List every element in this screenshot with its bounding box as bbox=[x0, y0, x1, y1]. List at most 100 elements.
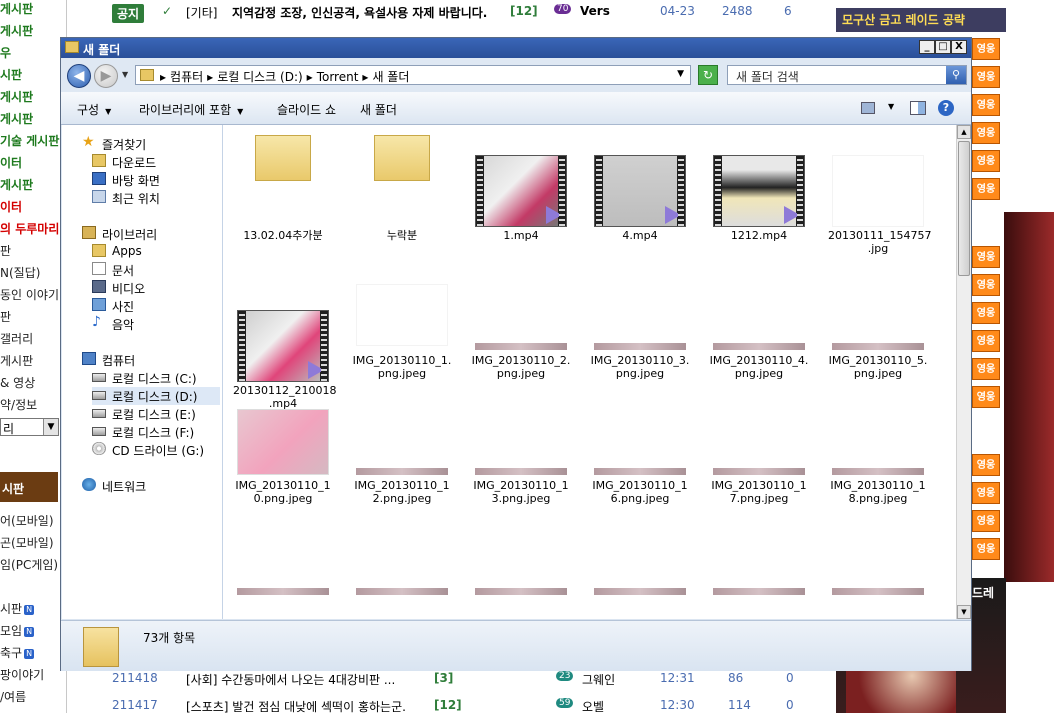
hero-button[interactable]: 영웅 bbox=[972, 274, 1000, 296]
nav-computer[interactable]: 컴퓨터 bbox=[82, 351, 220, 369]
hero-button[interactable]: 영웅 bbox=[972, 246, 1000, 268]
maximize-button[interactable]: □ bbox=[935, 40, 951, 54]
left-menu-item[interactable]: 판 bbox=[0, 308, 11, 325]
command-1[interactable]: 구성 ▼ bbox=[77, 101, 111, 118]
hero-button[interactable]: 영웅 bbox=[972, 150, 1000, 172]
hero-button[interactable]: 영웅 bbox=[972, 66, 1000, 88]
change-view-button[interactable] bbox=[861, 102, 875, 114]
scroll-up-icon[interactable]: ▲ bbox=[957, 125, 971, 139]
command-4[interactable]: 새 폴더 bbox=[360, 101, 397, 118]
chevron-down-icon[interactable]: ▼ bbox=[43, 419, 58, 435]
breadcrumb-item[interactable]: Torrent bbox=[317, 70, 359, 84]
left-menu-item[interactable]: 동인 이야기 bbox=[0, 286, 59, 303]
left-menu-item[interactable]: 모임 N bbox=[0, 622, 35, 639]
minimize-button[interactable]: _ bbox=[919, 40, 935, 54]
nav-library-item[interactable]: 문서 bbox=[92, 261, 220, 279]
vertical-scrollbar[interactable]: ▲ ▼ bbox=[956, 125, 971, 619]
left-menu-item[interactable]: 시판 bbox=[0, 66, 22, 83]
left-menu-item[interactable]: & 영상 bbox=[0, 374, 35, 391]
hero-button[interactable]: 영웅 bbox=[972, 454, 1000, 476]
right-banner[interactable]: 모구산 금고 레이드 공략 bbox=[836, 8, 1006, 32]
hero-button[interactable]: 영웅 bbox=[972, 538, 1000, 560]
left-menu-item[interactable]: 판 bbox=[0, 242, 11, 259]
nav-drive-item[interactable]: 로컬 디스크 (F:) bbox=[92, 423, 220, 441]
hero-button[interactable]: 영웅 bbox=[972, 482, 1000, 504]
post-author[interactable]: Vers bbox=[580, 4, 610, 18]
breadcrumb-item[interactable]: 로컬 디스크 (D:) bbox=[217, 70, 302, 84]
left-menu-item[interactable]: 우 bbox=[0, 44, 11, 61]
left-menu-item[interactable]: 어(모바일) bbox=[0, 512, 54, 529]
left-menu-item[interactable]: 기술 게시판 bbox=[0, 132, 59, 149]
board-select[interactable]: 리 ▼ bbox=[0, 418, 59, 436]
left-menu-item[interactable]: 이터 bbox=[0, 154, 22, 171]
title-bar[interactable]: 새 폴더 _ □ X bbox=[61, 38, 971, 58]
nav-drive-item[interactable]: 로컬 디스크 (E:) bbox=[92, 405, 220, 423]
nav-library-item[interactable]: Apps bbox=[92, 243, 220, 261]
hero-button[interactable]: 영웅 bbox=[972, 38, 1000, 60]
nav-library-item[interactable]: 사진 bbox=[92, 297, 220, 315]
hero-button[interactable]: 영웅 bbox=[972, 330, 1000, 352]
nav-library-item[interactable]: 비디오 bbox=[92, 279, 220, 297]
post-author[interactable]: 그웨인 bbox=[582, 671, 615, 688]
chevron-down-icon[interactable]: ▼ bbox=[888, 102, 894, 111]
left-menu-item[interactable]: 임(PC게임) bbox=[0, 556, 58, 573]
hero-button[interactable]: 영웅 bbox=[972, 178, 1000, 200]
post-title[interactable]: [사회] 수간동마에서 나오는 4대강비판 ... bbox=[186, 671, 395, 688]
chevron-down-icon[interactable]: ▼ bbox=[677, 69, 684, 79]
nav-favorite-item[interactable]: 최근 위치 bbox=[92, 189, 220, 207]
left-menu-item[interactable]: 갤러리 bbox=[0, 330, 33, 347]
left-menu-item[interactable]: 축구 N bbox=[0, 644, 35, 661]
scroll-thumb[interactable] bbox=[958, 141, 970, 276]
nav-drive-item[interactable]: 로컬 디스크 (D:) bbox=[92, 387, 220, 405]
nav-libraries[interactable]: 라이브러리 bbox=[82, 225, 220, 243]
hero-button[interactable]: 영웅 bbox=[972, 510, 1000, 532]
nav-network[interactable]: 네트워크 bbox=[82, 477, 220, 495]
left-menu-item[interactable]: 게시판 bbox=[0, 110, 33, 127]
command-3[interactable]: 슬라이드 쇼 bbox=[277, 101, 336, 118]
nav-favorite-item[interactable]: 바탕 화면 bbox=[92, 171, 220, 189]
refresh-button[interactable]: ↻ bbox=[698, 65, 718, 85]
nav-library-item[interactable]: ♪ 음악 bbox=[92, 315, 220, 333]
left-menu-item[interactable]: 의 두루마리 bbox=[0, 220, 59, 237]
nav-favorites[interactable]: ★ 즐겨찾기 bbox=[82, 135, 220, 153]
left-menu-item[interactable]: N(질답) bbox=[0, 264, 40, 281]
help-button[interactable]: ? bbox=[938, 100, 954, 116]
left-menu-item[interactable]: 팡이야기 bbox=[0, 666, 44, 683]
address-bar[interactable]: ▸ 컴퓨터 ▸ 로컬 디스크 (D:) ▸ Torrent ▸ 새 폴더 ▼ bbox=[135, 65, 691, 85]
hero-button[interactable]: 영웅 bbox=[972, 94, 1000, 116]
forward-button[interactable]: ▶ bbox=[94, 64, 118, 88]
nav-drive-item[interactable]: CD 드라이브 (G:) bbox=[92, 441, 220, 459]
left-menu-item[interactable]: 시판 N bbox=[0, 600, 35, 617]
close-button[interactable]: X bbox=[951, 40, 967, 54]
hero-button[interactable]: 영웅 bbox=[972, 358, 1000, 380]
left-menu-item[interactable]: 게시판 bbox=[0, 0, 33, 17]
breadcrumb-item[interactable]: 새 폴더 bbox=[372, 70, 409, 84]
back-button[interactable]: ◀ bbox=[67, 64, 91, 88]
nav-drive-item[interactable]: 로컬 디스크 (C:) bbox=[92, 369, 220, 387]
nav-favorite-item[interactable]: 다운로드 bbox=[92, 153, 220, 171]
left-menu-item[interactable]: 게시판 bbox=[0, 352, 33, 369]
left-menu-item[interactable]: 게시판 bbox=[0, 176, 33, 193]
hero-button[interactable]: 영웅 bbox=[972, 122, 1000, 144]
search-icon[interactable]: ⚲ bbox=[946, 66, 966, 84]
table-row[interactable]: 211418 [사회] 수간동마에서 나오는 4대강비판 ... [3] 23 그웨인 1… bbox=[98, 669, 818, 689]
hero-button[interactable]: 영웅 bbox=[972, 386, 1000, 408]
post-title[interactable]: 지역감정 조장, 인신공격, 욕설사용 자제 바랍니다. bbox=[232, 4, 487, 21]
left-menu-item[interactable]: 게시판 bbox=[0, 22, 33, 39]
scroll-down-icon[interactable]: ▼ bbox=[957, 605, 971, 619]
left-menu-item[interactable]: 이터 bbox=[0, 198, 22, 215]
post-author[interactable]: 오벨 bbox=[582, 698, 604, 715]
post-title[interactable]: [스포츠] 발건 점심 대낮에 섹떡이 홍하는군. bbox=[186, 698, 406, 715]
hero-button[interactable]: 영웅 bbox=[972, 302, 1000, 324]
left-menu-item[interactable]: 곤(모바일) bbox=[0, 534, 54, 551]
preview-pane-button[interactable] bbox=[910, 101, 926, 115]
breadcrumb-item[interactable]: 컴퓨터 bbox=[170, 70, 203, 84]
left-menu-item[interactable]: /여름 bbox=[0, 688, 26, 705]
recent-pages-button[interactable]: ▼ bbox=[122, 70, 128, 79]
left-menu-item[interactable]: 약/정보 bbox=[0, 396, 37, 413]
table-row[interactable]: 211417 [스포츠] 발건 점심 대낮에 섹떡이 홍하는군. [12] 59 오벨 1… bbox=[98, 696, 818, 716]
notice-row[interactable]: 공지 ✓ [기타] 지역감정 조장, 인신공격, 욕설사용 자제 바랍니다. [… bbox=[98, 0, 810, 23]
left-menu-item[interactable]: 게시판 bbox=[0, 88, 33, 105]
search-input[interactable]: 새 폴더 검색 ⚲ bbox=[727, 65, 967, 85]
command-2[interactable]: 라이브러리에 포함 ▼ bbox=[139, 101, 243, 118]
